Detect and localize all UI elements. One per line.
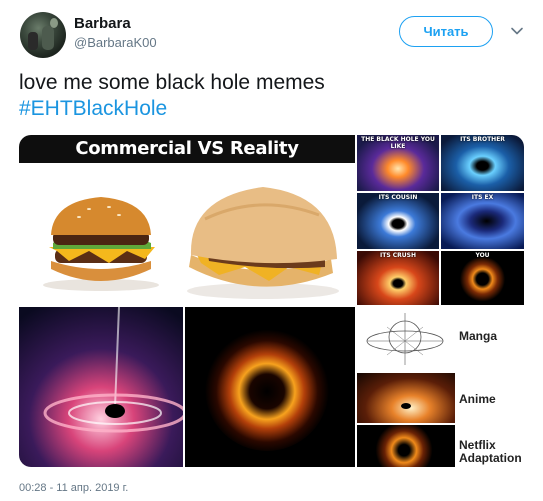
tweet-header: Barbara @BarbaraK00 Читать [0, 0, 543, 62]
commercial-vs-reality-panel: Commercial VS Reality [19, 135, 355, 305]
tweet-body: love me some black hole memes [19, 71, 325, 94]
anime-image [357, 373, 455, 423]
grid-label: ITS CRUSH [380, 252, 416, 259]
grid-cell: ITS COUSIN [357, 193, 439, 249]
grid-cell: YOU [441, 251, 524, 305]
avatar-figure [42, 26, 54, 50]
grid-label: ITS BROTHER [460, 136, 505, 143]
grid-label: THE BLACK HOLE YOU LIKE [361, 136, 435, 150]
grid-label: ITS EX [471, 194, 494, 201]
avatar-figure [28, 32, 38, 50]
display-name[interactable]: Barbara [74, 15, 131, 32]
netflix-label: Netflix Adaptation [459, 438, 522, 465]
netflix-image [357, 425, 455, 467]
anime-label: Anime [459, 392, 496, 406]
manga-panel: Manga [357, 307, 524, 371]
grid-label: YOU [475, 252, 490, 259]
follow-button[interactable]: Читать [399, 16, 493, 47]
grid-cell: THE BLACK HOLE YOU LIKE [357, 135, 439, 191]
grid-label: ITS COUSIN [378, 194, 418, 201]
tweet-text: love me some black hole memes #EHTBlackH… [19, 70, 524, 122]
manga-label: Manga [459, 329, 498, 343]
burger-images [43, 187, 339, 299]
black-hole-illustration [19, 307, 183, 467]
manga-diagram [366, 313, 444, 365]
tweet-media[interactable]: Commercial VS Reality THE BLACK HOLE YOU… [19, 135, 524, 467]
avatar[interactable] [20, 12, 66, 58]
black-hole-meme-grid: THE BLACK HOLE YOU LIKE ITS BROTHER ITS … [357, 135, 524, 305]
reality-burger-image [187, 187, 339, 299]
avatar-figure [50, 18, 58, 28]
chevron-down-icon[interactable] [510, 24, 524, 38]
anime-panel: Anime [357, 373, 524, 423]
netflix-panel: Netflix Adaptation [357, 425, 524, 467]
grid-cell: ITS EX [441, 193, 524, 249]
tweet-timestamp[interactable]: 00:28 - 11 апр. 2019 г. [19, 482, 128, 494]
grid-cell: ITS CRUSH [357, 251, 439, 305]
hashtag-link[interactable]: #EHTBlackHole [19, 96, 524, 122]
eht-black-hole-photo [185, 307, 355, 467]
commercial-burger-image [43, 197, 159, 291]
grid-cell: ITS BROTHER [441, 135, 524, 191]
panel-title: Commercial VS Reality [19, 135, 355, 163]
user-handle[interactable]: @BarbaraK00 [74, 35, 157, 50]
